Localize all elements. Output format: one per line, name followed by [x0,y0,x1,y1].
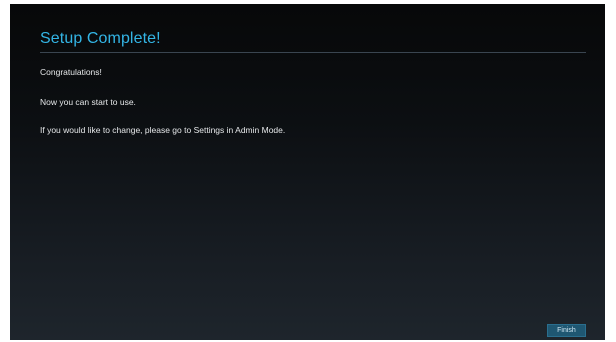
admin-mode-instruction-text: If you would like to change, please go t… [40,125,286,135]
title-divider [40,52,586,53]
finish-button[interactable]: Finish [547,324,586,337]
congratulations-text: Congratulations! [40,67,102,77]
page-title: Setup Complete! [40,30,161,47]
start-to-use-text: Now you can start to use. [40,97,136,107]
setup-complete-screen: Setup Complete! Congratulations! Now you… [10,4,605,340]
